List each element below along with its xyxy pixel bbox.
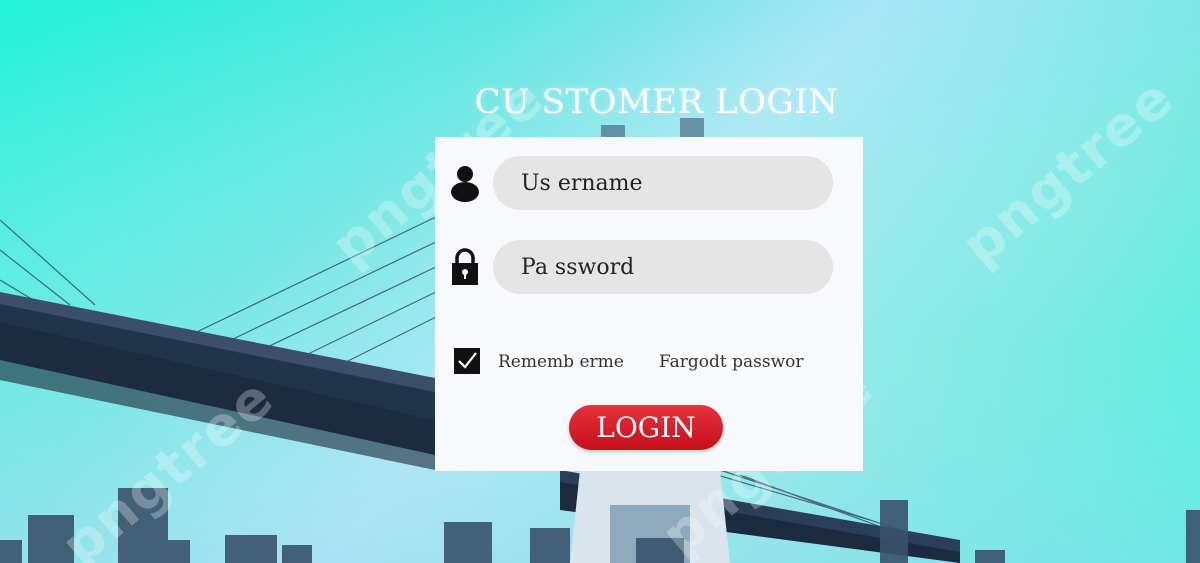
checkbox-check-icon — [458, 352, 477, 369]
lock-icon — [452, 248, 478, 285]
password-input[interactable] — [493, 240, 833, 294]
forgot-password-link[interactable]: Fargodt passwor — [659, 352, 804, 372]
password-row — [435, 240, 863, 294]
login-button[interactable]: LOGIN — [569, 405, 723, 450]
username-row — [435, 156, 863, 210]
remember-me-label: Rememb erme — [498, 352, 624, 372]
username-input[interactable] — [493, 156, 833, 210]
remember-me-checkbox[interactable] — [454, 348, 480, 374]
login-card: Rememb erme Fargodt passwor LOGIN — [435, 137, 863, 471]
user-icon — [451, 166, 479, 202]
page-title: CU STOMER LOGIN — [474, 82, 839, 122]
